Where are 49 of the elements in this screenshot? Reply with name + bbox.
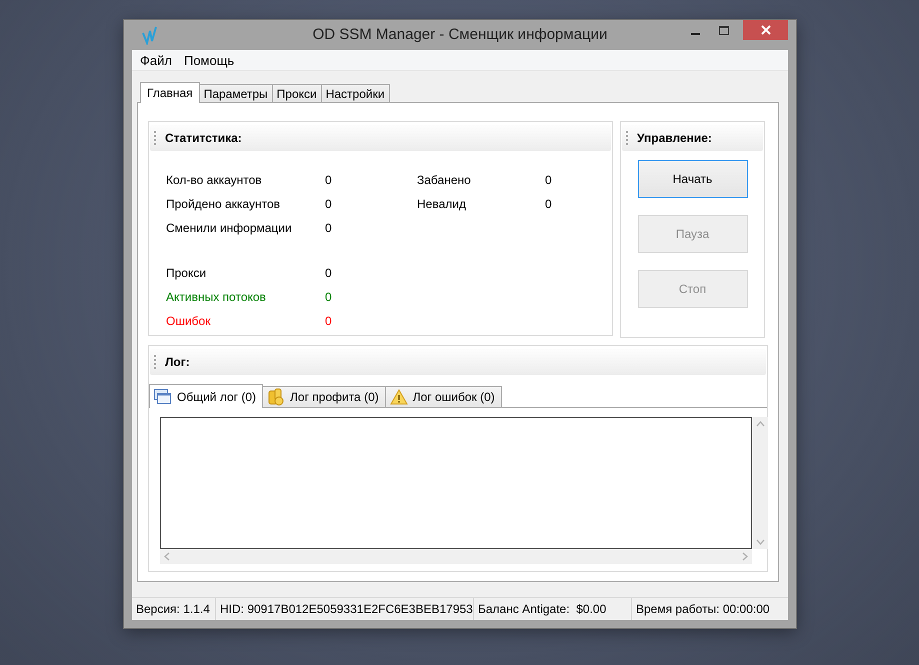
stat-label: Кол-во аккаунтов	[166, 173, 263, 187]
scroll-right-icon[interactable]	[742, 552, 748, 561]
scroll-down-icon[interactable]	[756, 539, 764, 545]
log-text-area[interactable]	[160, 417, 752, 549]
coins-icon	[267, 388, 286, 406]
stat-value: 0	[325, 290, 332, 304]
group-title: Статитстика:	[165, 131, 242, 145]
main-tab[interactable]: Главная	[140, 82, 200, 103]
maximize-icon	[719, 26, 729, 34]
scroll-up-icon[interactable]	[756, 421, 764, 427]
menu-item[interactable]: Помощь	[178, 52, 240, 68]
scroll-left-icon[interactable]	[164, 552, 170, 561]
stat-value: 0	[325, 221, 332, 235]
stat-label: Забанено	[417, 173, 472, 187]
close-button[interactable]	[743, 20, 788, 40]
status-text: Версия: 1.1.4	[132, 598, 216, 620]
minimize-icon	[690, 32, 700, 34]
stat-label: Активных потоков	[166, 290, 267, 304]
window-title: OD SSM Manager - Сменщик информации	[312, 26, 608, 43]
menu-item[interactable]: Файл	[134, 52, 178, 68]
stat-label: Пройдено аккаунтов	[166, 197, 281, 211]
status-text: Время работы: 00:00:00	[635, 601, 771, 618]
main-tab[interactable]: Параметры	[198, 84, 273, 102]
stat-value: 0	[325, 173, 332, 187]
stat-value: 0	[325, 314, 332, 328]
windows-icon	[154, 388, 172, 404]
app-logo-icon	[142, 25, 158, 45]
warning-icon	[390, 389, 408, 405]
stat-value: 0	[325, 266, 332, 280]
horizontal-scrollbar[interactable]	[160, 549, 752, 564]
group-title: Лог:	[165, 355, 190, 369]
stat-label: Ошибок	[166, 314, 212, 328]
close-icon	[760, 25, 770, 35]
log-tab[interactable]: Общий лог (0)	[149, 384, 264, 408]
stat-value: 0	[545, 173, 552, 187]
action-button[interactable]: Начать	[638, 160, 748, 198]
vertical-scrollbar[interactable]	[752, 417, 768, 549]
group-title: Управление:	[637, 131, 712, 145]
log-tab[interactable]: Лог профита (0)	[262, 386, 386, 407]
stat-value: 0	[545, 197, 552, 211]
log-tab[interactable]: Лог ошибок (0)	[384, 386, 502, 407]
stat-label: Сменили информации	[166, 221, 293, 235]
main-tab[interactable]: Прокси	[272, 84, 322, 102]
status-text: HID: 90917B012E5059331E2FC6E3BEB17953	[216, 598, 474, 620]
stat-label: Прокси	[166, 266, 208, 280]
stat-label: Невалид	[417, 197, 467, 211]
status-text: Баланс Antigate: $0.00	[474, 598, 632, 620]
main-tab[interactable]: Настройки	[320, 84, 390, 102]
stat-value: 0	[325, 197, 332, 211]
